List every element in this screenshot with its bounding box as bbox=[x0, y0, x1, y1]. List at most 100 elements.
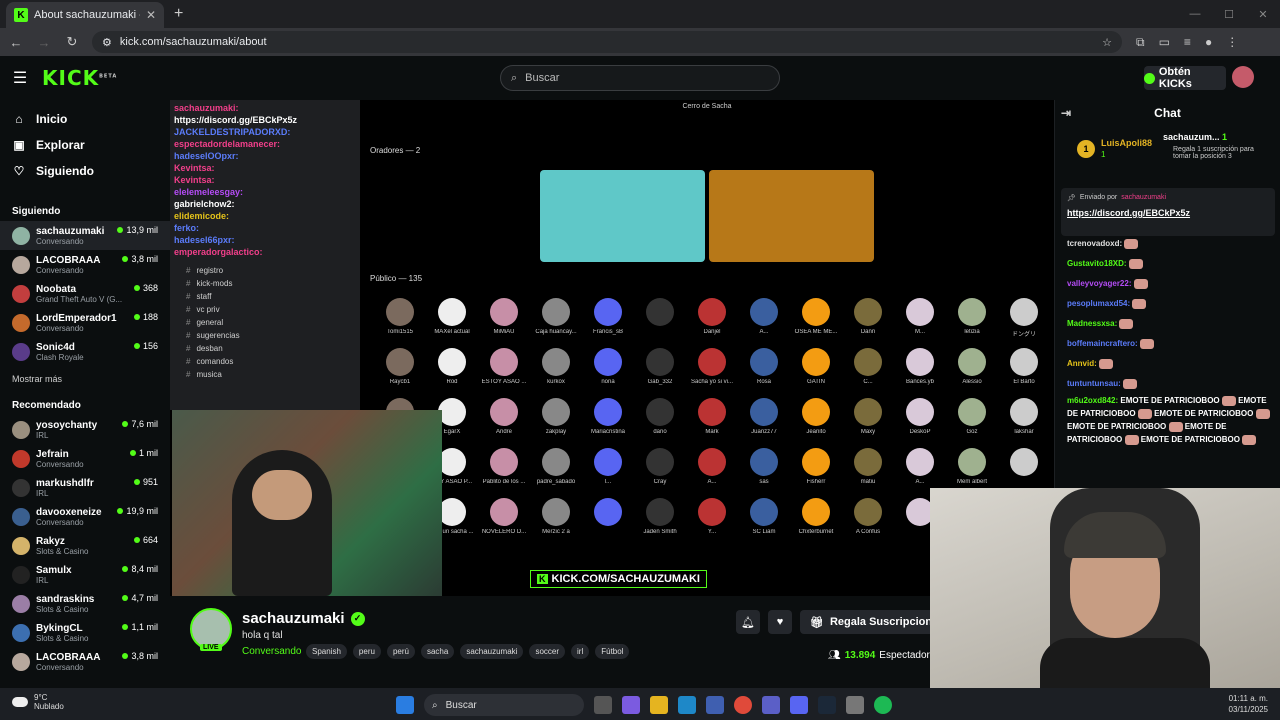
channel-name: musica bbox=[196, 370, 222, 379]
nav-label: Explorar bbox=[36, 138, 85, 152]
discord-chat-line: gabrielchow2: bbox=[174, 199, 235, 209]
clock[interactable]: 01:11 a. m. 03/11/2025 bbox=[1229, 693, 1268, 715]
sidebar-channel-following[interactable]: LordEmperador1 Conversando 188 bbox=[0, 308, 170, 337]
stream-tag[interactable]: sacha bbox=[420, 644, 455, 659]
app-icon[interactable] bbox=[846, 696, 864, 714]
nav-siguiendo[interactable]: ♡ Siguiendo bbox=[0, 158, 170, 184]
sidebar-channel-recommended[interactable]: LACOBRAAA Conversando 3,8 mil bbox=[0, 647, 170, 676]
back-icon[interactable]: ← bbox=[4, 30, 28, 54]
second-name: sachauzum... bbox=[1163, 132, 1220, 142]
kick-logo[interactable]: KICKBETA bbox=[42, 66, 117, 90]
video-player[interactable]: sachauzumaki: https://discord.gg/EBCkPx5z… bbox=[170, 100, 1054, 596]
stream-tag[interactable]: peru bbox=[352, 644, 381, 659]
pinned-by-user[interactable]: sachauzumaki bbox=[1121, 194, 1166, 202]
get-kicks-button[interactable]: Obtén KICKs bbox=[1144, 66, 1226, 90]
stream-tag[interactable]: sachauzumaki bbox=[460, 644, 524, 659]
spotify-icon[interactable] bbox=[874, 696, 892, 714]
sidebar-channel-recommended[interactable]: Samulx IRL 8,4 mil bbox=[0, 560, 170, 589]
stream-tag[interactable]: soccer bbox=[529, 644, 566, 659]
notifications-button[interactable]: 🔔︎ bbox=[736, 610, 760, 634]
nav-inicio[interactable]: ⌂ Inicio bbox=[0, 106, 170, 132]
chat-username[interactable]: boffemaincraftero: bbox=[1067, 339, 1138, 348]
profile-icon[interactable]: ● bbox=[1205, 35, 1212, 50]
sidebar-channel-recommended[interactable]: markushdlfr IRL 951 bbox=[0, 473, 170, 502]
taskbar-search[interactable]: ⌕ Buscar bbox=[424, 694, 584, 716]
stream-tag[interactable]: Fútbol bbox=[595, 644, 630, 659]
channel-avatar bbox=[12, 507, 30, 526]
user-avatar[interactable] bbox=[1232, 66, 1254, 88]
chat-username[interactable]: valleyvoyager22: bbox=[1067, 279, 1132, 288]
reload-icon[interactable]: ↻ bbox=[60, 30, 84, 54]
hamburger-icon[interactable]: ☰ bbox=[0, 56, 40, 100]
weather-widget[interactable]: 9°C Nublado bbox=[12, 693, 64, 711]
stream-category[interactable]: Conversando bbox=[242, 646, 301, 657]
sidebar-channel-recommended[interactable]: Rakyz Slots & Casino 664 bbox=[0, 531, 170, 560]
stream-tag[interactable]: irl bbox=[571, 644, 590, 659]
sidebar-channel-recommended[interactable]: BykingCL Slots & Casino 1,1 mil bbox=[0, 618, 170, 647]
sidebar-channel-following[interactable]: sachauzumaki Conversando 13,9 mil bbox=[0, 221, 170, 250]
close-tab-icon[interactable]: ✕ bbox=[146, 8, 156, 22]
audience-avatar bbox=[802, 498, 830, 526]
follow-button[interactable]: ♥ bbox=[768, 610, 792, 634]
audience-name: ESTOY ASAO ... bbox=[481, 379, 527, 385]
chrome-icon[interactable] bbox=[734, 696, 752, 714]
pinned-link[interactable]: https://discord.gg/EBCkPx5z bbox=[1067, 208, 1269, 218]
chat-username[interactable]: m6u2oxd842: bbox=[1067, 396, 1118, 405]
maximize-icon[interactable]: ☐ bbox=[1212, 0, 1246, 28]
sidebar-channel-recommended[interactable]: sandraskins Slots & Casino 4,7 mil bbox=[0, 589, 170, 618]
url-field[interactable]: ⚙ kick.com/sachauzumaki/about ☆ bbox=[92, 31, 1122, 53]
live-dot-icon bbox=[133, 537, 140, 543]
close-window-icon[interactable]: ✕ bbox=[1246, 0, 1280, 28]
sidebar-channel-following[interactable]: Noobata Grand Theft Auto V (G... 368 bbox=[0, 279, 170, 308]
extensions-icon[interactable]: ⧉ bbox=[1136, 35, 1145, 50]
collapse-chat-icon[interactable]: ⇥ bbox=[1061, 106, 1071, 120]
minimize-icon[interactable]: — bbox=[1178, 0, 1212, 28]
chat-username[interactable]: tcrenovadoxd: bbox=[1067, 239, 1122, 248]
nav-explorar[interactable]: ▣ Explorar bbox=[0, 132, 170, 158]
channel-name[interactable]: sachauzumaki ✓ bbox=[242, 610, 365, 627]
show-more-link[interactable]: Mostrar más bbox=[0, 366, 170, 392]
stream-tag[interactable]: perú bbox=[386, 644, 415, 659]
chat-username[interactable]: tuntuntunsau: bbox=[1067, 379, 1121, 388]
viewer-count: 8,4 mil bbox=[131, 564, 158, 574]
leader-name[interactable]: LuisApoli88 bbox=[1101, 138, 1152, 148]
edge-icon[interactable] bbox=[678, 696, 696, 714]
discord-window-title: Cerro de Sacha bbox=[682, 103, 732, 110]
channel-category: IRL bbox=[36, 575, 49, 585]
audience-name: Bances.yb bbox=[905, 379, 935, 385]
sidebar-channel-following[interactable]: LACOBRAAA Conversando 3,8 mil bbox=[0, 250, 170, 279]
audience-avatar bbox=[906, 398, 934, 426]
chat-username[interactable]: pesoplumaxd54: bbox=[1067, 299, 1130, 308]
windows-start-icon[interactable] bbox=[396, 696, 414, 714]
hash-icon: # bbox=[186, 292, 191, 301]
discord-overlay-left: sachauzumaki: https://discord.gg/EBCkPx5z… bbox=[170, 100, 360, 410]
file-explorer-icon[interactable] bbox=[650, 696, 668, 714]
browser-tab[interactable]: K About sachauzumaki - Watch L... ✕ bbox=[6, 2, 164, 28]
copilot-icon[interactable] bbox=[622, 696, 640, 714]
discord-channel: # general bbox=[170, 316, 360, 329]
bookmark-star-icon[interactable]: ☆ bbox=[1102, 36, 1112, 49]
forward-icon[interactable]: → bbox=[32, 30, 56, 54]
task-view-icon[interactable] bbox=[594, 696, 612, 714]
new-tab-icon[interactable]: + bbox=[174, 5, 183, 23]
chat-username[interactable]: Gustavito18XD: bbox=[1067, 259, 1127, 268]
store-icon[interactable] bbox=[706, 696, 724, 714]
site-info-icon[interactable]: ⚙ bbox=[102, 36, 112, 49]
search-input[interactable]: ⌕ Buscar bbox=[500, 65, 780, 91]
menu-icon[interactable]: ⋮ bbox=[1226, 35, 1238, 50]
cast-icon[interactable]: ▭ bbox=[1159, 35, 1170, 50]
chat-messages: tcrenovadoxd: Gustavito18XD: valleyvoyag… bbox=[1067, 234, 1275, 446]
stream-tag[interactable]: Spanish bbox=[306, 644, 347, 659]
chat-username[interactable]: Annvid: bbox=[1067, 359, 1097, 368]
sidebar-channel-following[interactable]: Sonic4d Clash Royale 156 bbox=[0, 337, 170, 366]
discord-icon[interactable] bbox=[790, 696, 808, 714]
sidebar-channel-recommended[interactable]: davooxeneize Conversando 19,9 mil bbox=[0, 502, 170, 531]
sidebar-channel-recommended[interactable]: yosoychanty IRL 7,6 mil bbox=[0, 415, 170, 444]
media-icon[interactable]: ≡ bbox=[1184, 35, 1191, 50]
teams-icon[interactable] bbox=[762, 696, 780, 714]
audience-name: A... bbox=[915, 479, 925, 485]
chat-username[interactable]: Madnessxsa: bbox=[1067, 319, 1117, 328]
audience-member: zakplay bbox=[530, 398, 582, 448]
steam-icon[interactable] bbox=[818, 696, 836, 714]
sidebar-channel-recommended[interactable]: Jefrain Conversando 1 mil bbox=[0, 444, 170, 473]
